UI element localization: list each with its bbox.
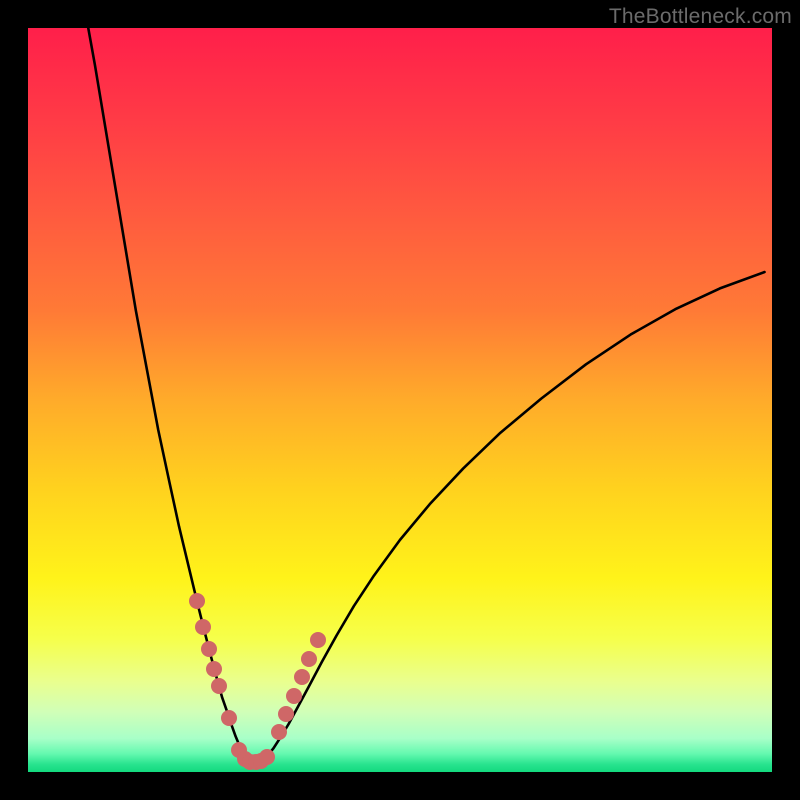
highlight-marker [301,651,317,667]
highlight-marker [201,641,217,657]
highlight-marker [310,632,326,648]
highlight-markers [28,28,772,772]
highlight-marker [278,706,294,722]
highlight-marker [211,678,227,694]
highlight-marker [271,724,287,740]
highlight-marker [189,593,205,609]
highlight-marker [286,688,302,704]
highlight-marker [294,669,310,685]
highlight-marker [206,661,222,677]
watermark-text: TheBottleneck.com [609,5,792,29]
chart-frame [28,28,772,772]
highlight-marker [195,619,211,635]
plot-area [28,28,772,772]
highlight-marker [259,749,275,765]
highlight-marker [221,710,237,726]
